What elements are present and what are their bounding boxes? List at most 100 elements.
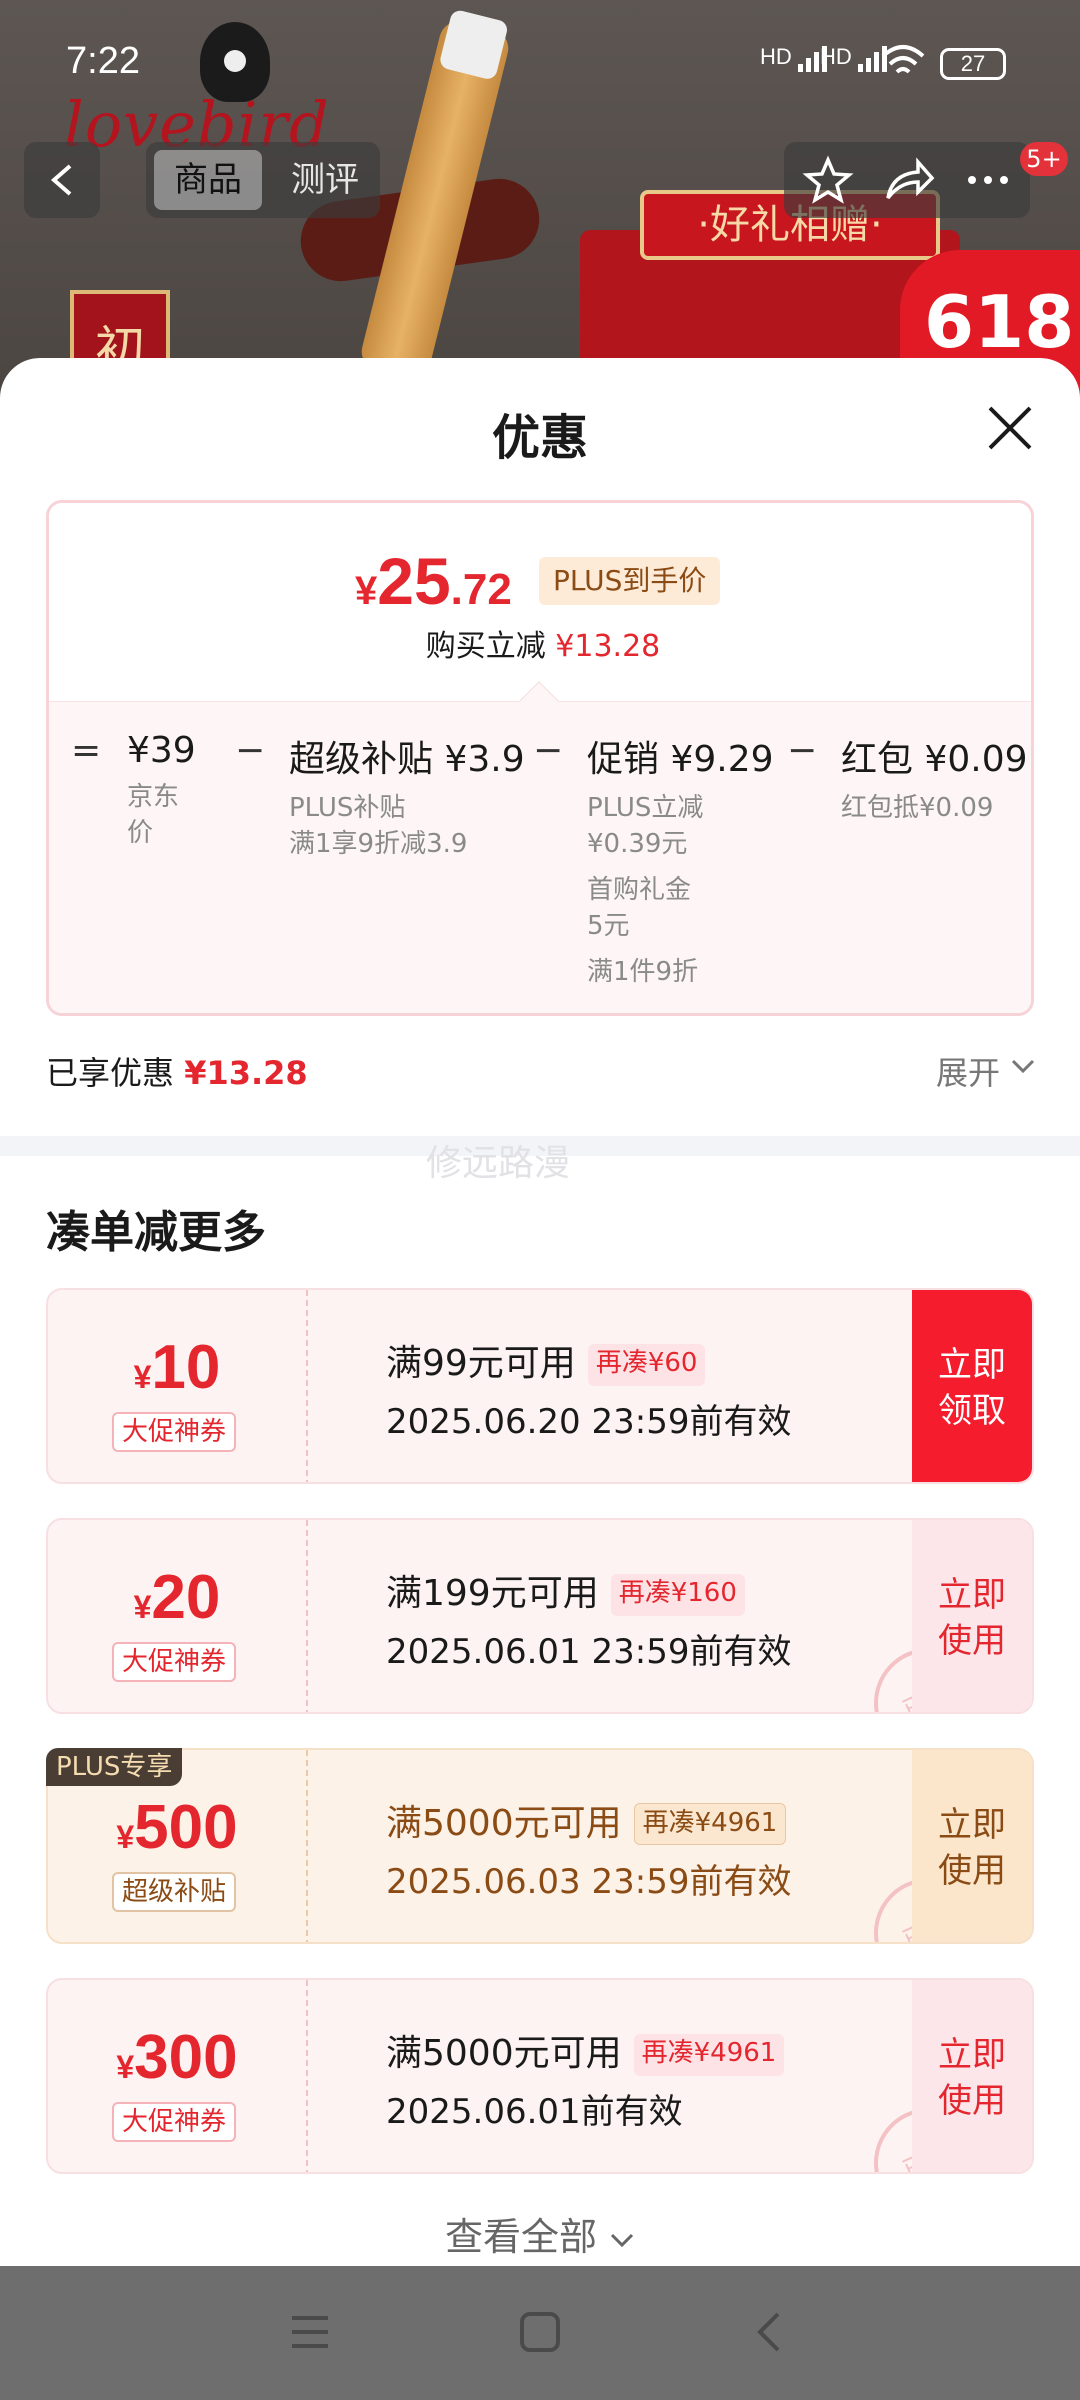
coupon-condition-text: 满199元可用 [386, 1573, 599, 1614]
coupon-more-needed: 再凑¥4961 [633, 1803, 787, 1845]
status-time: 7:22 [66, 40, 140, 82]
use-coupon-button[interactable]: 立即 使用 [912, 1750, 1032, 1942]
breakdown-amount: 红包 ¥0.09 [841, 739, 1028, 780]
final-price: ¥25.72 [355, 543, 512, 619]
action-line-2: 领取 [938, 1391, 1006, 1431]
coupon-divider [306, 1750, 308, 1942]
coupon-more-needed: 再凑¥4961 [633, 2034, 785, 2076]
menu-icon[interactable] [288, 2310, 332, 2354]
use-coupon-button[interactable]: 立即 使用 [912, 1980, 1032, 2172]
home-icon[interactable] [518, 2310, 562, 2354]
coupon-currency: ¥ [133, 1359, 152, 1395]
operator-equals: = [71, 730, 102, 771]
plus-price-tag: PLUS到手价 [539, 557, 721, 605]
coupon-condition: 满199元可用 再凑¥160 [386, 1564, 745, 1616]
final-price-currency: ¥ [355, 569, 378, 613]
coupon-condition-text: 满5000元可用 [386, 1803, 622, 1844]
coupon-amount: ¥500 [48, 1792, 306, 1863]
coupon-validity: 2025.06.01 23:59前有效 [386, 1632, 792, 1672]
coupon-currency: ¥ [116, 1819, 135, 1855]
coupon-value: ¥20 大促神券 [48, 1520, 306, 1712]
system-nav-bar [0, 2266, 1080, 2400]
battery-indicator: 27 [940, 48, 1006, 80]
coupon-currency: ¥ [116, 2049, 135, 2085]
coupon-amount: ¥10 [48, 1332, 306, 1403]
action-line-2: 使用 [938, 2081, 1006, 2121]
use-coupon-button[interactable]: 立即 使用 [912, 1520, 1032, 1712]
watermark: 修远路漫 [426, 1143, 571, 1184]
enjoyed-discount: 已享优惠 ¥13.28 [46, 1048, 308, 1094]
tab-review[interactable]: 测评 [276, 150, 374, 210]
enjoyed-value: ¥13.28 [184, 1054, 308, 1092]
coupon-divider [306, 1980, 308, 2172]
coupon-amount-number: 500 [134, 1793, 238, 1862]
enjoyed-label: 已享优惠 [46, 1054, 175, 1092]
view-all-button[interactable]: 查看全部 [0, 2206, 1080, 2261]
star-icon[interactable] [798, 154, 858, 206]
close-icon[interactable] [984, 402, 1036, 454]
coupon-amount: ¥20 [48, 1562, 306, 1633]
action-line-1: 立即 [938, 2035, 1006, 2075]
coupon-divider [306, 1290, 308, 1482]
chevron-down-icon [610, 2233, 634, 2247]
top-actions [784, 142, 1030, 218]
buy-reduce-value: ¥13.28 [555, 629, 661, 664]
breakdown-sub: 红包抵¥0.09 [841, 793, 994, 823]
discount-sheet: 优惠 ¥25.72 PLUS到手价 购买立减 ¥13.28 = ¥39 京东价 [0, 358, 1080, 2266]
coupon-validity: 2025.06.01前有效 [386, 2092, 683, 2132]
coupon-value: ¥300 大促神券 [48, 1980, 306, 2172]
wifi-icon [881, 45, 925, 74]
signal-2-label: HD [820, 44, 852, 69]
coupon-condition-text: 满99元可用 [386, 1343, 576, 1384]
coupon-validity: 2025.06.03 23:59前有效 [386, 1862, 792, 1902]
back-icon [50, 164, 72, 196]
coupon-amount: ¥300 [48, 2022, 306, 2093]
breakdown-amount: 超级补贴 ¥3.9 [289, 739, 525, 780]
coupon-type-tag: 大促神券 [112, 2102, 237, 2142]
chevron-down-icon[interactable] [1010, 1056, 1036, 1076]
buy-reduce-label: 购买立减 [425, 629, 546, 664]
final-price-decimal: .72 [450, 565, 512, 614]
breakdown-sub: 满1件9折 [587, 957, 699, 987]
plus-exclusive-label: PLUS专享 [46, 1748, 183, 1786]
breakdown-amount: ¥39 [127, 730, 196, 771]
action-line-1: 立即 [938, 1805, 1006, 1845]
breakdown-amount: 促销 ¥9.29 [587, 739, 774, 780]
coupon-currency: ¥ [133, 1589, 152, 1625]
price-breakdown-card: ¥25.72 PLUS到手价 购买立减 ¥13.28 = ¥39 京东价 − 超… [46, 500, 1034, 1016]
operator-minus: − [533, 730, 564, 771]
coupon-condition: 满5000元可用 再凑¥4961 [386, 1794, 787, 1846]
notification-badge: 5+ [1020, 142, 1068, 176]
action-line-1: 立即 [938, 1575, 1006, 1615]
tab-product[interactable]: 商品 [154, 150, 262, 210]
coupon-more-needed: 再凑¥60 [587, 1344, 706, 1386]
breakdown-sub: 5元 [587, 911, 630, 941]
coupon-amount-number: 10 [151, 1333, 221, 1402]
coupon-type-tag: 超级补贴 [112, 1872, 237, 1912]
action-line-2: 使用 [938, 1851, 1006, 1891]
action-line-2: 使用 [938, 1621, 1006, 1661]
coupon-amount-number: 20 [151, 1563, 221, 1632]
product-tabs: 商品 测评 [146, 142, 380, 218]
coupon-more-needed: 再凑¥160 [610, 1574, 745, 1616]
nav-back-icon[interactable] [748, 2310, 792, 2354]
final-price-integer: 25 [377, 544, 451, 618]
coupon-type-tag: 大促神券 [112, 1412, 237, 1452]
expand-button[interactable]: 展开 [936, 1048, 1000, 1094]
back-button[interactable] [24, 142, 100, 218]
section-title: 凑单减更多 [46, 1207, 266, 1258]
share-icon[interactable] [878, 154, 938, 206]
coupon-condition: 满5000元可用 再凑¥4961 [386, 2024, 785, 2076]
coupon-type-tag: 大促神券 [112, 1642, 237, 1682]
operator-minus: − [235, 730, 266, 771]
more-icon[interactable] [958, 154, 1018, 206]
breakdown-sub: 京东价 [127, 782, 180, 848]
status-bar: 7:22 HD HD 27 [0, 0, 1080, 120]
buy-reduce-line: 购买立减 ¥13.28 [49, 621, 1031, 665]
price-summary: ¥25.72 PLUS到手价 购买立减 ¥13.28 [49, 503, 1031, 701]
coupon-condition-text: 满5000元可用 [386, 2033, 622, 2074]
price-breakdown: = ¥39 京东价 − 超级补贴 ¥3.9 PLUS补贴 满1享9折减3.9 − [49, 701, 1031, 1013]
coupon-card: ¥20 大促神券 满199元可用 再凑¥160 2025.06.01 23:59前… [46, 1518, 1034, 1714]
breakdown-sub: PLUS立减 [587, 793, 704, 823]
claim-coupon-button[interactable]: 立即 领取 [912, 1290, 1032, 1482]
